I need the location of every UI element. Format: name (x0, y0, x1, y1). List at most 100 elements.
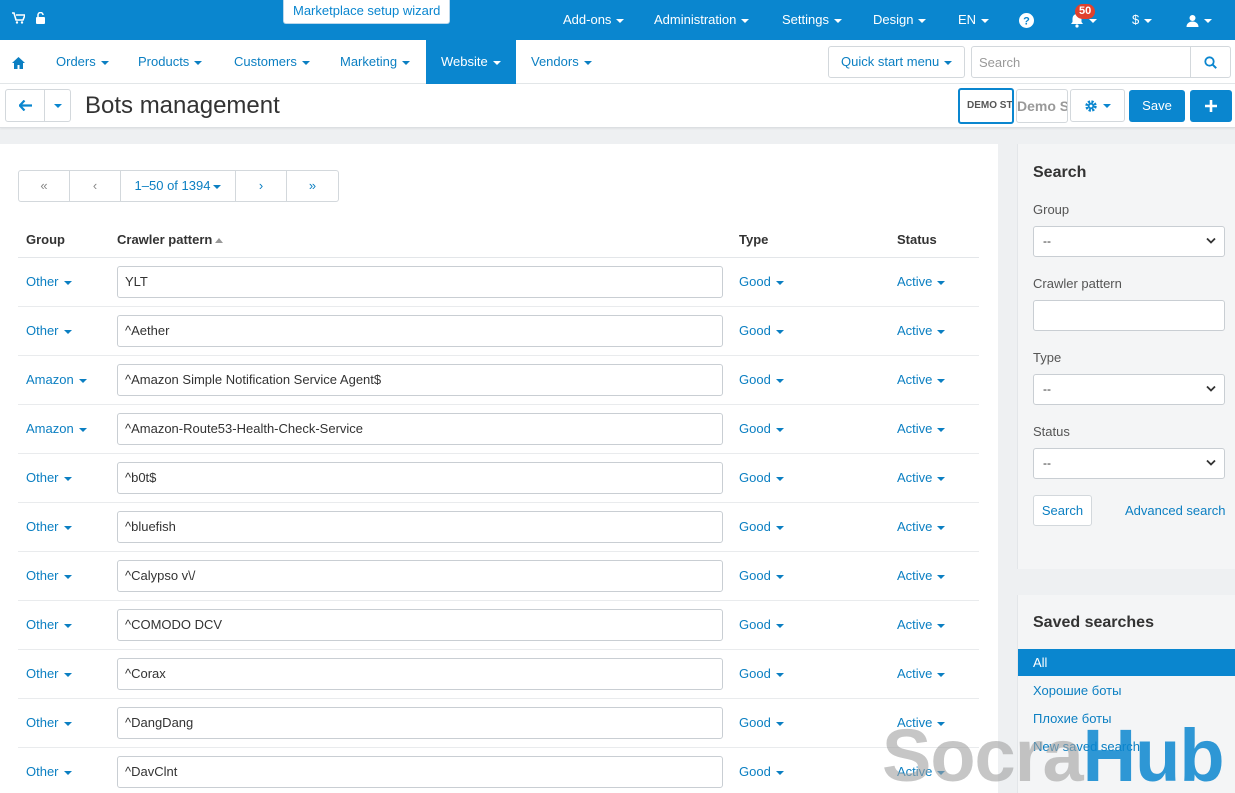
pattern-filter-input[interactable] (1033, 300, 1225, 331)
unlock-icon[interactable] (35, 0, 46, 40)
crawler-pattern-input[interactable] (117, 363, 723, 396)
table-header-row: Group Crawler pattern Type Status (18, 222, 979, 258)
chevron-down-icon (775, 280, 784, 285)
group-dropdown[interactable]: Other (26, 666, 72, 681)
group-filter-select[interactable]: -- (1033, 226, 1225, 257)
help-icon[interactable]: ? (1019, 0, 1034, 40)
group-dropdown[interactable]: Other (26, 764, 72, 779)
nav-customers[interactable]: Customers (234, 40, 310, 84)
search-button[interactable] (1190, 47, 1230, 77)
storefront-demo-store-1[interactable]: DEMO STORE (958, 88, 1014, 124)
group-cell: Other (18, 551, 109, 601)
type-dropdown[interactable]: Good (739, 715, 784, 730)
socrahub-watermark: SocraHub (882, 714, 1225, 793)
currency-menu[interactable]: $ (1132, 0, 1153, 40)
nav-marketing[interactable]: Marketing (340, 40, 411, 84)
chevron-down-icon (583, 60, 592, 65)
home-icon[interactable] (12, 40, 25, 84)
type-dropdown[interactable]: Good (739, 617, 784, 632)
group-dropdown[interactable]: Other (26, 715, 72, 730)
crawler-pattern-input[interactable] (117, 608, 723, 641)
chevron-down-icon (981, 18, 990, 23)
save-button[interactable]: Save (1129, 90, 1185, 122)
group-cell: Amazon (18, 404, 109, 454)
table-row: Other Good Active (18, 453, 979, 503)
menu-design[interactable]: Design (873, 0, 927, 40)
back-button[interactable] (5, 89, 45, 122)
status-dropdown[interactable]: Active (897, 323, 946, 338)
language-menu[interactable]: EN (958, 0, 990, 40)
menu-settings[interactable]: Settings (782, 0, 842, 40)
group-dropdown[interactable]: Amazon (26, 421, 87, 436)
marketplace-wizard-link[interactable]: Marketplace setup wizard (283, 0, 451, 24)
status-value: Active (897, 274, 933, 289)
group-dropdown[interactable]: Other (26, 274, 72, 289)
column-header-group[interactable]: Group (18, 222, 109, 258)
crawler-pattern-input[interactable] (117, 461, 723, 494)
nav-website[interactable]: Website (426, 40, 516, 84)
add-bot-button[interactable] (1190, 90, 1232, 122)
status-dropdown[interactable]: Active (897, 617, 946, 632)
pagination-last[interactable]: » (287, 171, 338, 201)
nav-orders[interactable]: Orders (56, 40, 109, 84)
crawler-pattern-input[interactable] (117, 706, 723, 739)
pagination-range[interactable]: 1–50 of 1394 (121, 171, 236, 201)
status-dropdown[interactable]: Active (897, 421, 946, 436)
saved-search-all[interactable]: All (1018, 649, 1235, 676)
type-dropdown[interactable]: Good (739, 519, 784, 534)
column-header-status[interactable]: Status (889, 222, 979, 258)
status-filter-select[interactable]: -- (1033, 448, 1225, 479)
crawler-pattern-input[interactable] (117, 265, 723, 298)
type-dropdown[interactable]: Good (739, 274, 784, 289)
group-dropdown[interactable]: Other (26, 470, 72, 485)
type-dropdown[interactable]: Good (739, 323, 784, 338)
type-dropdown[interactable]: Good (739, 421, 784, 436)
search-input[interactable] (972, 47, 1192, 77)
settings-dropdown[interactable] (1070, 89, 1125, 122)
crawler-pattern-input[interactable] (117, 657, 723, 690)
type-dropdown[interactable]: Good (739, 372, 784, 387)
pagination-first[interactable]: « (19, 171, 70, 201)
status-dropdown[interactable]: Active (897, 519, 946, 534)
status-dropdown[interactable]: Active (897, 372, 946, 387)
crawler-pattern-input[interactable] (117, 314, 723, 347)
group-dropdown[interactable]: Other (26, 617, 72, 632)
quick-start-menu[interactable]: Quick start menu (828, 46, 965, 78)
status-dropdown[interactable]: Active (897, 666, 946, 681)
group-dropdown[interactable]: Other (26, 519, 72, 534)
sidebar-search-button[interactable]: Search (1033, 495, 1092, 526)
column-header-pattern[interactable]: Crawler pattern (109, 222, 731, 258)
pagination-prev[interactable]: ‹ (70, 171, 121, 201)
group-cell: Other (18, 600, 109, 650)
crawler-pattern-input[interactable] (117, 559, 723, 592)
pagination-next[interactable]: › (236, 171, 287, 201)
storefront-demo-store-2[interactable]: Demo Store (1016, 89, 1068, 123)
group-dropdown[interactable]: Other (26, 323, 72, 338)
group-dropdown[interactable]: Other (26, 568, 72, 583)
group-dropdown[interactable]: Amazon (26, 372, 87, 387)
type-dropdown[interactable]: Good (739, 666, 784, 681)
watermark-part-2: Hub (1082, 714, 1225, 793)
type-dropdown[interactable]: Good (739, 568, 784, 583)
type-dropdown[interactable]: Good (739, 470, 784, 485)
crawler-pattern-input[interactable] (117, 755, 723, 788)
nav-products[interactable]: Products (138, 40, 203, 84)
user-menu[interactable] (1186, 0, 1212, 40)
cart-icon[interactable] (12, 0, 27, 40)
status-dropdown[interactable]: Active (897, 274, 946, 289)
history-dropdown[interactable] (44, 89, 71, 122)
menu-addons[interactable]: Add-ons (563, 0, 625, 40)
menu-administration[interactable]: Administration (654, 0, 750, 40)
status-dropdown[interactable]: Active (897, 470, 946, 485)
column-header-type[interactable]: Type (731, 222, 889, 258)
type-dropdown[interactable]: Good (739, 764, 784, 779)
crawler-pattern-input[interactable] (117, 510, 723, 543)
type-value: Good (739, 372, 771, 387)
type-filter-select[interactable]: -- (1033, 374, 1225, 405)
status-dropdown[interactable]: Active (897, 568, 946, 583)
status-cell: Active (889, 453, 979, 503)
advanced-search-link[interactable]: Advanced search (1125, 503, 1225, 518)
nav-vendors[interactable]: Vendors (531, 40, 592, 84)
saved-search-item[interactable]: Хорошие боты (1033, 683, 1121, 698)
crawler-pattern-input[interactable] (117, 412, 723, 445)
